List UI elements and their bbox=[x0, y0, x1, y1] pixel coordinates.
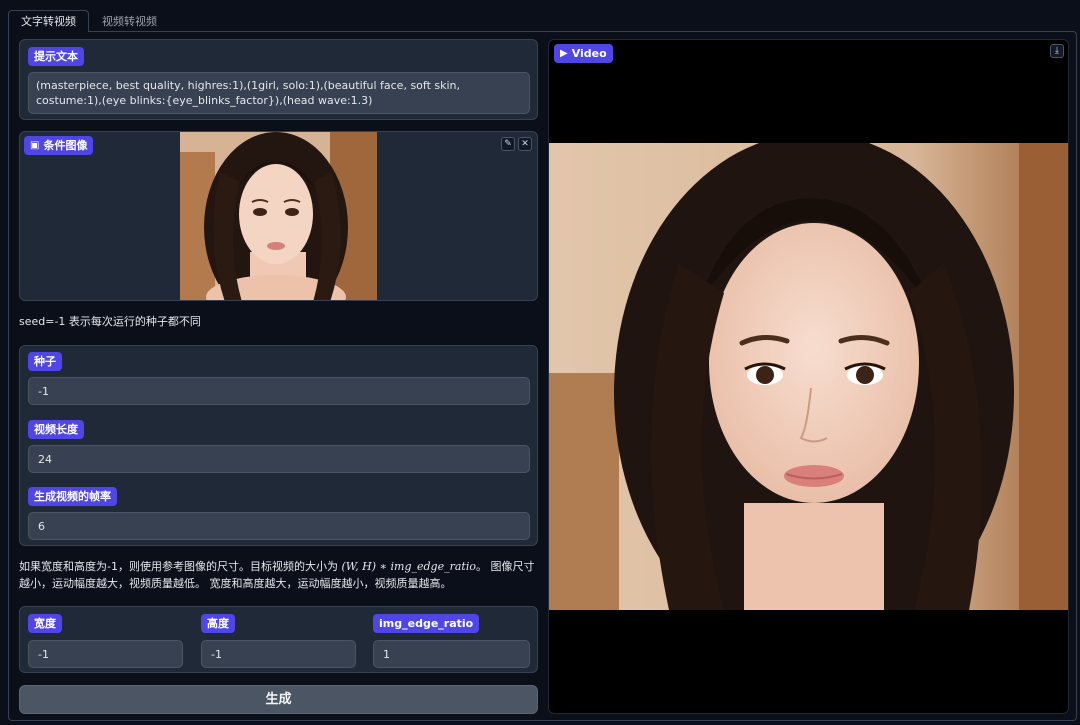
condition-image-label: ▣ 条件图像 bbox=[24, 136, 93, 155]
condition-image[interactable] bbox=[180, 132, 377, 301]
prompt-block: 提示文本 (masterpiece, best quality, highres… bbox=[19, 39, 538, 120]
video-block: ▶ Video ⤓ bbox=[548, 39, 1069, 714]
video-player[interactable] bbox=[549, 143, 1069, 610]
generate-button[interactable]: 生成 bbox=[19, 685, 538, 714]
width-label: 宽度 bbox=[28, 614, 62, 633]
fps-label: 生成视频的帧率 bbox=[28, 487, 117, 506]
prompt-label: 提示文本 bbox=[28, 47, 84, 66]
video-length-input[interactable]: 24 bbox=[28, 445, 530, 473]
seed-note: seed=-1 表示每次运行的种子都不同 bbox=[19, 313, 201, 330]
close-icon[interactable]: ✕ bbox=[518, 137, 532, 151]
condition-image-label-text: 条件图像 bbox=[43, 136, 87, 155]
image-icon: ▣ bbox=[30, 136, 39, 155]
size-note-formula: (W, H) ∗ img_edge_ratio bbox=[341, 560, 476, 573]
size-note: 如果宽度和高度为-1，则使用参考图像的尺寸。目标视频的大小为 (W, H) ∗ … bbox=[19, 558, 538, 592]
pencil-icon[interactable]: ✎ bbox=[501, 137, 515, 151]
params-block: 种子 -1 视频长度 24 生成视频的帧率 6 bbox=[19, 345, 538, 546]
download-icon[interactable]: ⤓ bbox=[1050, 44, 1064, 58]
tab-bar: 文字转视频 视频转视频 bbox=[8, 10, 170, 32]
condition-image-block: ▣ 条件图像 ✎ ✕ bbox=[19, 131, 538, 301]
width-input[interactable]: -1 bbox=[28, 640, 183, 668]
video-camera-icon: ▶ bbox=[560, 44, 568, 63]
seed-input[interactable]: -1 bbox=[28, 377, 530, 405]
video-length-label: 视频长度 bbox=[28, 420, 84, 439]
tab-text-to-video[interactable]: 文字转视频 bbox=[8, 10, 89, 32]
img-edge-ratio-label: img_edge_ratio bbox=[373, 614, 479, 633]
img-edge-ratio-input[interactable]: 1 bbox=[373, 640, 530, 668]
tab-video-to-video[interactable]: 视频转视频 bbox=[89, 10, 170, 32]
height-input[interactable]: -1 bbox=[201, 640, 356, 668]
size-note-part1: 如果宽度和高度为-1，则使用参考图像的尺寸。目标视频的大小为 bbox=[19, 560, 341, 573]
video-label-text: Video bbox=[572, 44, 607, 63]
dims-block: 宽度 -1 高度 -1 img_edge_ratio 1 bbox=[19, 606, 538, 673]
video-label: ▶ Video bbox=[554, 44, 613, 63]
prompt-textarea[interactable]: (masterpiece, best quality, highres:1),(… bbox=[28, 72, 530, 114]
fps-input[interactable]: 6 bbox=[28, 512, 530, 540]
seed-label: 种子 bbox=[28, 352, 62, 371]
height-label: 高度 bbox=[201, 614, 235, 633]
